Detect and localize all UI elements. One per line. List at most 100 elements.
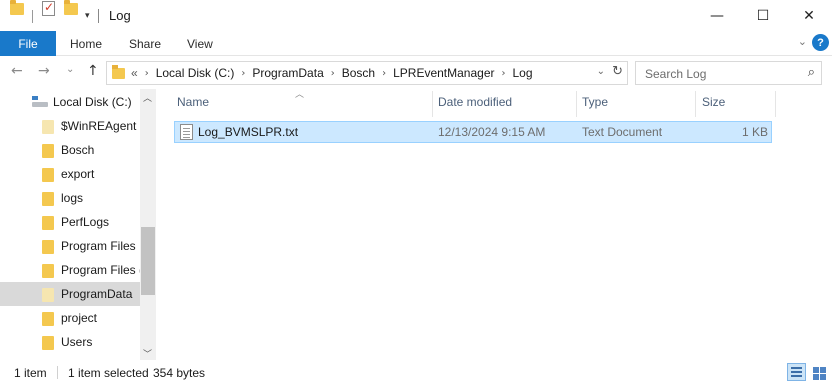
chevron-right-icon[interactable]: ›	[382, 68, 386, 79]
tree-item-label: Program Files	[61, 239, 136, 253]
drive-icon	[32, 96, 48, 108]
column-header-name[interactable]: Name	[177, 95, 209, 117]
selection-count: 1 item selected	[68, 366, 149, 380]
breadcrumb-lpreventmanager[interactable]: LPREventManager	[393, 66, 494, 80]
column-header-date[interactable]: Date modified	[438, 95, 512, 117]
tree-item-label: $WinREAgent	[61, 119, 137, 133]
back-button[interactable]: ←	[11, 63, 23, 79]
breadcrumb-bosch[interactable]: Bosch	[342, 66, 375, 80]
expand-ribbon-icon[interactable]: ⌄	[798, 35, 807, 48]
title-separator	[98, 9, 99, 23]
folder-icon	[42, 336, 54, 350]
details-view-button[interactable]	[787, 363, 806, 381]
address-history-dropdown[interactable]: ⌄	[597, 66, 605, 77]
tree-item-label: Bosch	[61, 143, 95, 157]
toolbar-separator	[32, 10, 33, 23]
scrollbar-thumb[interactable]	[141, 227, 155, 295]
breadcrumb-log[interactable]: Log	[513, 66, 533, 80]
recent-locations-button[interactable]: ⌄	[66, 64, 74, 75]
tab-home[interactable]: Home	[70, 31, 102, 56]
help-button[interactable]: ?	[812, 34, 829, 51]
file-type: Text Document	[582, 125, 663, 139]
column-divider[interactable]	[775, 91, 776, 117]
ribbon: File Home Share View ⌄ ?	[0, 31, 832, 56]
breadcrumb: « › Local Disk (C:) › ProgramData › Bosc…	[131, 66, 533, 80]
title-bar: ▾ Log — ☐ ✕	[0, 0, 832, 31]
window-title: Log	[109, 8, 131, 23]
tree-item-logs[interactable]: logs	[0, 186, 140, 210]
file-date: 12/13/2024 9:15 AM	[438, 125, 546, 139]
text-file-icon	[180, 124, 193, 140]
sort-ascending-icon: ︿	[295, 90, 305, 100]
tree-item-programdata[interactable]: ProgramData	[0, 282, 140, 306]
properties-icon[interactable]	[42, 0, 55, 16]
search-box[interactable]: Search Log ⌕	[635, 61, 822, 85]
folder-icon	[112, 65, 125, 79]
file-list: ︿ Name Date modified Type Size Log_BVMSL…	[167, 89, 832, 360]
tree-item-program-files[interactable]: Program Files	[0, 234, 140, 258]
breadcrumb-programdata[interactable]: ProgramData	[252, 66, 323, 80]
address-bar[interactable]: « › Local Disk (C:) › ProgramData › Bosc…	[106, 61, 628, 85]
tree-item-project[interactable]: project	[0, 306, 140, 330]
tree-item-export[interactable]: export	[0, 162, 140, 186]
search-icon[interactable]: ⌕	[808, 65, 815, 80]
tree-item-label: Users	[61, 335, 93, 349]
scroll-up-icon[interactable]: ︿	[143, 91, 152, 104]
chevron-right-icon[interactable]: ›	[331, 68, 335, 79]
tree-item-label: export	[61, 167, 95, 181]
tree-item-users[interactable]: Users	[0, 330, 140, 354]
file-size: 1 KB	[741, 125, 768, 139]
tree-item-bosch[interactable]: Bosch	[0, 138, 140, 162]
tree-item-label: Program Files (	[61, 263, 144, 277]
navigation-pane: Local Disk (C:) $WinREAgent Bosch export lo…	[0, 89, 156, 360]
column-header-type[interactable]: Type	[582, 95, 608, 117]
folder-icon	[42, 168, 54, 182]
file-row[interactable]: Log_BVMSLPR.txt 12/13/2024 9:15 AM Text …	[174, 121, 772, 143]
status-bar: 1 item 1 item selected 354 bytes	[0, 360, 832, 384]
tree-item-label: PerfLogs	[61, 215, 110, 229]
tab-file[interactable]: File	[0, 31, 56, 56]
new-folder-icon[interactable]	[64, 0, 78, 15]
column-divider[interactable]	[576, 91, 577, 117]
navigation-scrollbar[interactable]: ︿ ﹀	[140, 89, 156, 360]
minimize-button[interactable]: —	[694, 0, 740, 31]
search-input[interactable]: Search Log	[645, 67, 706, 81]
tree-item-label: project	[61, 311, 98, 325]
folder-icon	[42, 240, 54, 254]
tree-item-program-files[interactable]: Program Files (	[0, 258, 144, 282]
tree-item-perflogs[interactable]: PerfLogs	[0, 210, 140, 234]
forward-button[interactable]: →	[38, 63, 50, 79]
up-button[interactable]: ↑	[87, 63, 99, 79]
tab-share[interactable]: Share	[129, 31, 161, 56]
folder-icon	[10, 0, 24, 15]
column-header-size[interactable]: Size	[702, 95, 725, 117]
folder-icon	[42, 312, 54, 326]
folder-icon	[42, 216, 54, 230]
breadcrumb-local-disk[interactable]: Local Disk (C:)	[156, 66, 235, 80]
refresh-icon[interactable]: ↻	[612, 64, 623, 79]
file-name[interactable]: Log_BVMSLPR.txt	[198, 125, 298, 139]
maximize-button[interactable]: ☐	[740, 0, 786, 31]
selection-size: 354 bytes	[153, 366, 206, 380]
item-count: 1 item	[14, 366, 47, 380]
tree-item-label: ProgramData	[61, 287, 133, 301]
customize-toolbar-icon[interactable]: ▾	[85, 11, 90, 21]
status-divider	[57, 366, 58, 379]
scroll-down-icon[interactable]: ﹀	[143, 347, 152, 360]
chevron-right-icon[interactable]: ›	[241, 68, 245, 79]
navigation-bar: ← → ⌄ ↑ « › Local Disk (C:) › ProgramDat…	[0, 57, 832, 89]
column-divider[interactable]	[432, 91, 433, 117]
tree-item-local-disk[interactable]: Local Disk (C:)	[0, 90, 140, 114]
close-button[interactable]: ✕	[786, 0, 832, 31]
folder-icon	[42, 120, 54, 134]
large-icons-view-button[interactable]	[809, 363, 828, 381]
tree-item-winreagent[interactable]: $WinREAgent	[0, 114, 140, 138]
breadcrumb-overflow[interactable]: «	[131, 66, 138, 80]
column-divider[interactable]	[695, 91, 696, 117]
chevron-right-icon[interactable]: ›	[502, 68, 506, 79]
folder-icon	[42, 288, 54, 302]
tab-view[interactable]: View	[187, 31, 213, 56]
folder-icon	[42, 192, 54, 206]
chevron-right-icon: ›	[144, 67, 149, 79]
tree-item-label: Local Disk (C:)	[53, 95, 132, 109]
